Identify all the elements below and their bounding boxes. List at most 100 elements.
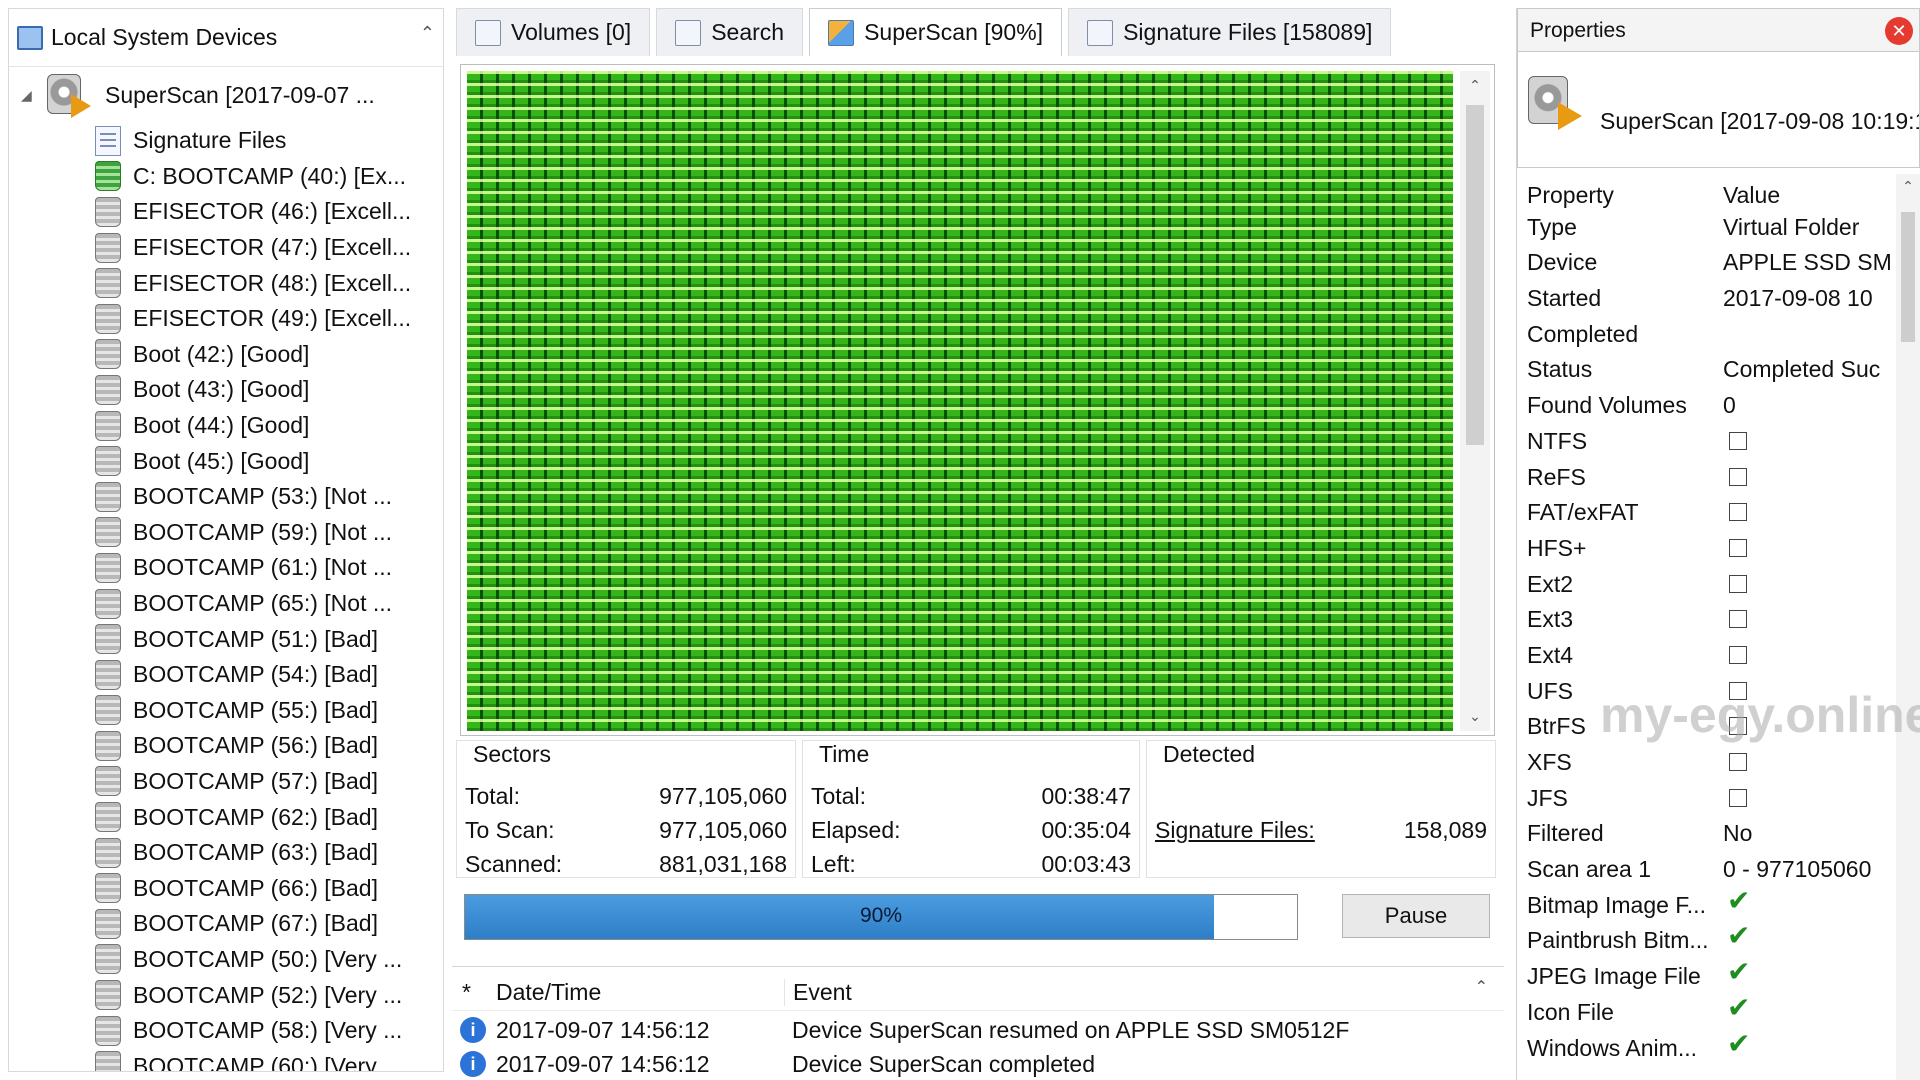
- tree-item[interactable]: BOOTCAMP (66:) [Bad]: [9, 870, 443, 906]
- scroll-down-icon[interactable]: ⌄: [1460, 708, 1490, 725]
- tree-item-label: BOOTCAMP (60:) [Very ...: [133, 1052, 403, 1072]
- log-row[interactable]: i 2017-09-07 14:56:12 Device SuperScan res…: [452, 1011, 1504, 1045]
- tree-item[interactable]: BOOTCAMP (57:) [Bad]: [9, 764, 443, 800]
- property-row[interactable]: JFS: [1517, 781, 1897, 817]
- property-row[interactable]: FAT/exFAT: [1517, 495, 1897, 531]
- property-row[interactable]: JPEG Image File ✔: [1517, 958, 1897, 995]
- tree-item[interactable]: BOOTCAMP (61:) [Not ...: [9, 550, 443, 586]
- checkbox-unchecked[interactable]: [1729, 681, 1747, 700]
- scroll-up-icon[interactable]: ⌃: [1475, 977, 1488, 997]
- checkbox-unchecked[interactable]: [1729, 574, 1747, 593]
- expand-arrow-icon[interactable]: ◢: [21, 87, 45, 104]
- scroll-up-icon[interactable]: ⌃: [1896, 178, 1920, 195]
- disk-icon: [95, 1015, 121, 1046]
- checkbox-unchecked[interactable]: [1729, 503, 1747, 522]
- tab-superscan[interactable]: SuperScan [90%]: [809, 8, 1063, 56]
- property-row[interactable]: XFS: [1517, 745, 1897, 781]
- checkbox-unchecked[interactable]: [1729, 788, 1747, 807]
- tab-signature[interactable]: Signature Files [158089]: [1068, 8, 1392, 56]
- property-row[interactable]: HFS+: [1517, 531, 1897, 567]
- close-icon[interactable]: ✕: [1885, 17, 1913, 45]
- checkbox-unchecked[interactable]: [1729, 753, 1747, 771]
- collapse-icon[interactable]: ⌃: [420, 23, 435, 44]
- property-row[interactable]: NTFS: [1517, 424, 1897, 460]
- tree-item[interactable]: BOOTCAMP (62:) [Bad]: [9, 799, 443, 835]
- property-row[interactable]: ReFS: [1517, 460, 1897, 496]
- property-row[interactable]: Ext3: [1517, 602, 1897, 638]
- property-key: Scan area 1: [1527, 856, 1652, 883]
- tree-item[interactable]: BOOTCAMP (59:) [Not ...: [9, 515, 443, 551]
- tree-item[interactable]: Boot (43:) [Good]: [9, 372, 443, 408]
- scrollbar-thumb[interactable]: [1901, 212, 1915, 342]
- tree-item[interactable]: Signature Files: [9, 123, 443, 159]
- property-row[interactable]: Device APPLE SSD SM: [1517, 245, 1897, 281]
- checkbox-unchecked[interactable]: [1729, 467, 1747, 486]
- property-row[interactable]: Filtered No: [1517, 816, 1897, 852]
- tree-item[interactable]: BOOTCAMP (58:) [Very ...: [9, 1013, 443, 1049]
- tree-item[interactable]: BOOTCAMP (60:) [Very ...: [9, 1048, 443, 1072]
- property-row[interactable]: Windows Anim... ✔: [1517, 1029, 1897, 1067]
- scrollbar-thumb[interactable]: [1466, 105, 1484, 445]
- property-row[interactable]: BtrFS: [1517, 709, 1897, 745]
- log-marker-header[interactable]: *: [462, 979, 471, 1006]
- checkbox-unchecked[interactable]: [1729, 538, 1747, 557]
- scan-map-scrollbar[interactable]: ⌃ ⌄: [1460, 71, 1490, 731]
- disk-icon: [95, 446, 121, 477]
- tree-item-label: BOOTCAMP (52:) [Very ...: [133, 981, 403, 1008]
- tree-item[interactable]: BOOTCAMP (50:) [Very ...: [9, 942, 443, 978]
- property-row[interactable]: Status Completed Suc: [1517, 352, 1897, 388]
- property-value: Completed Suc: [1723, 356, 1881, 383]
- tree-item[interactable]: EFISECTOR (48:) [Excell...: [9, 265, 443, 301]
- property-row[interactable]: Completed: [1517, 317, 1897, 353]
- properties-object-name: SuperScan [2017-09-08 10:19:1: [1600, 108, 1920, 134]
- property-row[interactable]: Bitmap Image F... ✔: [1517, 886, 1897, 924]
- property-row[interactable]: Type Virtual Folder: [1517, 210, 1897, 246]
- value-column-header[interactable]: Value: [1723, 182, 1897, 209]
- property-row[interactable]: Icon File ✔: [1517, 993, 1897, 1031]
- sectors-toscan-label: To Scan:: [465, 817, 555, 843]
- tree-item[interactable]: BOOTCAMP (55:) [Bad]: [9, 693, 443, 729]
- property-row[interactable]: Scan area 1 0 - 977105060: [1517, 852, 1897, 888]
- tree-item[interactable]: BOOTCAMP (67:) [Bad]: [9, 906, 443, 942]
- checkbox-unchecked[interactable]: [1729, 610, 1747, 629]
- tree-item-superscan[interactable]: ◢ SuperScan [2017-09-07 ...: [9, 67, 443, 123]
- property-row[interactable]: Started 2017-09-08 10: [1517, 281, 1897, 317]
- signature-files-link[interactable]: Signature Files:: [1155, 817, 1315, 844]
- tree-item[interactable]: Boot (45:) [Good]: [9, 443, 443, 479]
- tree-item-label: BOOTCAMP (59:) [Not ...: [133, 518, 393, 545]
- property-row[interactable]: Paintbrush Bitm... ✔: [1517, 922, 1897, 959]
- tree-item[interactable]: C: BOOTCAMP (40:) [Ex...: [9, 159, 443, 195]
- property-row[interactable]: Found Volumes 0: [1517, 388, 1897, 424]
- tree-item[interactable]: Boot (44:) [Good]: [9, 408, 443, 444]
- tree-item[interactable]: Boot (42:) [Good]: [9, 337, 443, 373]
- disk-icon: [95, 588, 121, 619]
- property-row[interactable]: UFS: [1517, 674, 1897, 710]
- property-row[interactable]: Ext2: [1517, 567, 1897, 603]
- tab-search[interactable]: Search: [656, 8, 804, 56]
- tree-item[interactable]: EFISECTOR (47:) [Excell...: [9, 230, 443, 266]
- tree-item[interactable]: BOOTCAMP (65:) [Not ...: [9, 586, 443, 622]
- disk-green-icon: [95, 161, 121, 192]
- property-row[interactable]: Ext4: [1517, 638, 1897, 674]
- tree-item[interactable]: BOOTCAMP (51:) [Bad]: [9, 621, 443, 657]
- checkbox-unchecked[interactable]: [1729, 645, 1747, 664]
- log-event-header[interactable]: Event: [784, 979, 852, 1006]
- log-row[interactable]: i 2017-09-07 14:56:12 Device SuperScan com…: [452, 1045, 1504, 1079]
- tab-volumes[interactable]: Volumes [0]: [456, 8, 651, 56]
- tree-item[interactable]: EFISECTOR (46:) [Excell...: [9, 194, 443, 230]
- tree-item[interactable]: BOOTCAMP (56:) [Bad]: [9, 728, 443, 764]
- checkbox-unchecked[interactable]: [1729, 717, 1747, 736]
- property-value: 0: [1723, 392, 1736, 419]
- tree-item[interactable]: BOOTCAMP (52:) [Very ...: [9, 977, 443, 1013]
- tree-item[interactable]: BOOTCAMP (54:) [Bad]: [9, 657, 443, 693]
- property-column-header[interactable]: Property: [1527, 182, 1707, 209]
- log-datetime-header[interactable]: Date/Time: [496, 979, 601, 1006]
- pause-button[interactable]: Pause: [1342, 894, 1490, 938]
- tree-item[interactable]: BOOTCAMP (63:) [Bad]: [9, 835, 443, 871]
- properties-scrollbar[interactable]: ⌃: [1896, 174, 1920, 1080]
- tree-item[interactable]: BOOTCAMP (53:) [Not ...: [9, 479, 443, 515]
- checkbox-unchecked[interactable]: [1729, 431, 1747, 450]
- scroll-up-icon[interactable]: ⌃: [1460, 77, 1490, 94]
- tree-item[interactable]: EFISECTOR (49:) [Excell...: [9, 301, 443, 337]
- property-key: BtrFS: [1527, 713, 1586, 740]
